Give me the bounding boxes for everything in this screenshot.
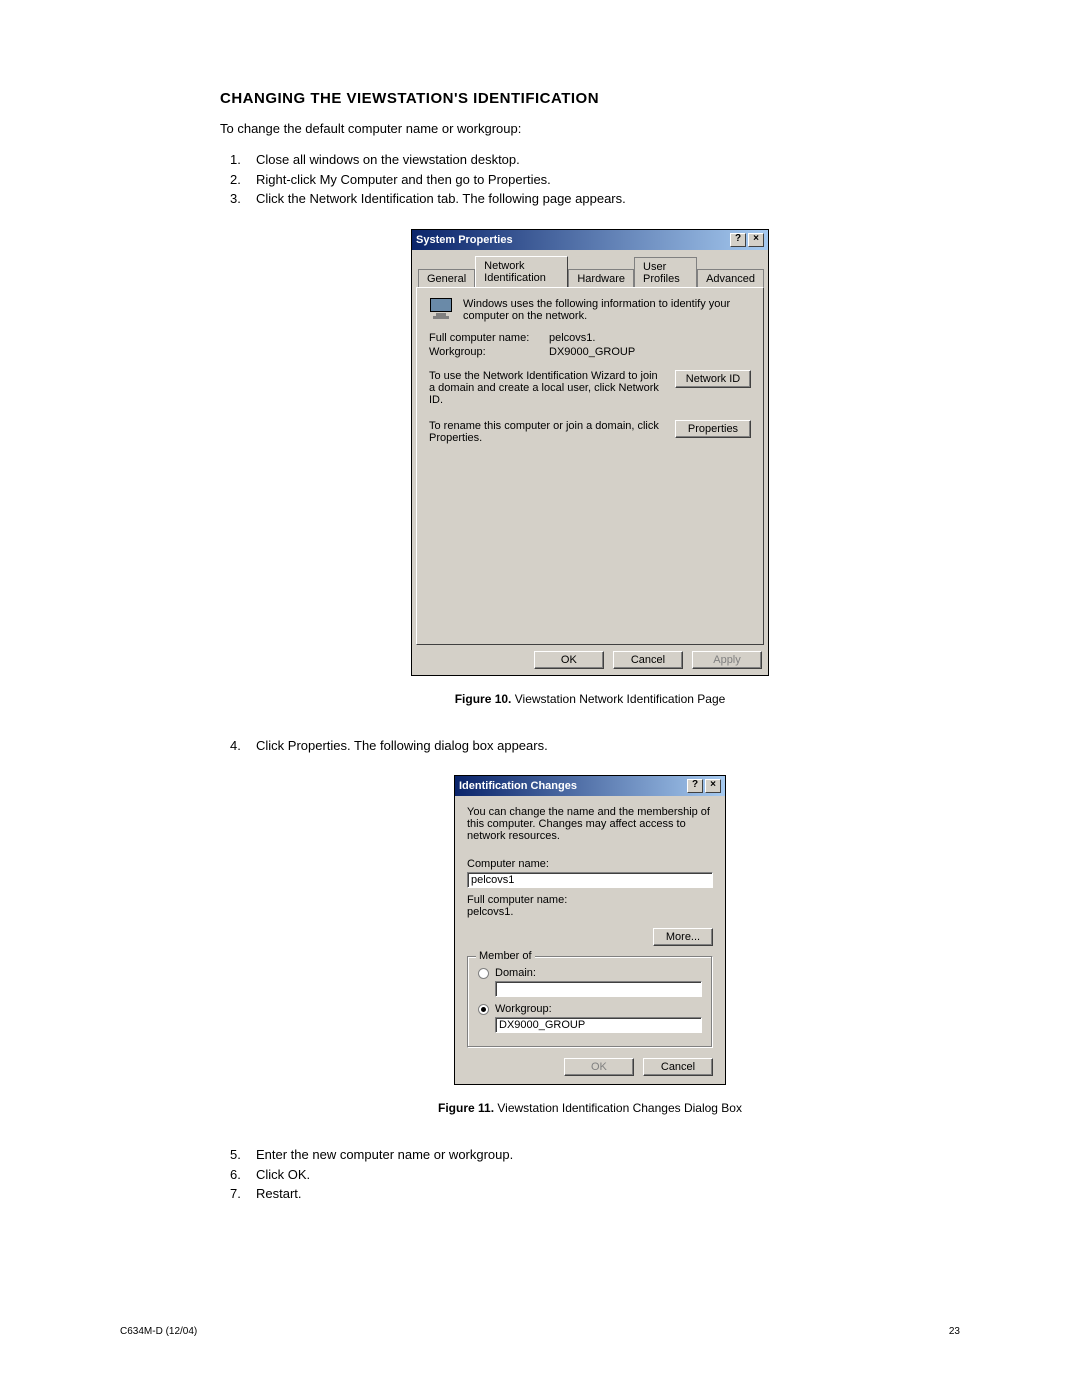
- description-text: You can change the name and the membersh…: [467, 806, 713, 842]
- steps-list-1: 1. Close all windows on the viewstation d…: [230, 150, 960, 209]
- workgroup-label: Workgroup:: [495, 1003, 552, 1015]
- step-num: 5.: [230, 1145, 241, 1165]
- footer-doc-id: C634M-D (12/04): [120, 1326, 197, 1337]
- network-id-button[interactable]: Network ID: [675, 370, 751, 388]
- figure-caption: Viewstation Identification Changes Dialo…: [497, 1101, 742, 1115]
- computer-icon: [429, 298, 455, 320]
- close-icon[interactable]: ×: [748, 233, 764, 247]
- cancel-button[interactable]: Cancel: [613, 651, 683, 669]
- fcn-value: pelcovs1.: [467, 906, 713, 918]
- step-text: Click the Network Identification tab. Th…: [256, 191, 626, 206]
- domain-input[interactable]: [495, 981, 702, 997]
- help-icon[interactable]: ?: [730, 233, 746, 247]
- step-num: 3.: [230, 189, 241, 209]
- tab-user-profiles[interactable]: User Profiles: [634, 257, 697, 288]
- step-num: 1.: [230, 150, 241, 170]
- properties-button[interactable]: Properties: [675, 420, 751, 438]
- step-text: Enter the new computer name or workgroup…: [256, 1147, 513, 1162]
- workgroup-value: DX9000_GROUP: [549, 346, 635, 358]
- help-icon[interactable]: ?: [687, 779, 703, 793]
- tab-row: General Network Identification Hardware …: [412, 250, 768, 287]
- wizard-text: To use the Network Identification Wizard…: [429, 370, 665, 406]
- system-properties-dialog: System Properties ? × General Network Id…: [411, 229, 769, 676]
- intro-text: To change the default computer name or w…: [220, 121, 960, 136]
- workgroup-label: Workgroup:: [429, 346, 549, 358]
- fcn-label: Full computer name:: [467, 894, 713, 906]
- fcn-value: pelcovs1.: [549, 332, 595, 344]
- dialog-title: System Properties: [416, 234, 728, 246]
- member-of-group: Member of Domain: Workgroup: DX9000_GROU…: [467, 956, 713, 1048]
- domain-label: Domain:: [495, 967, 536, 979]
- workgroup-input[interactable]: DX9000_GROUP: [495, 1017, 702, 1033]
- step-num: 4.: [230, 736, 241, 756]
- step-text: Right-click My Computer and then go to P…: [256, 172, 551, 187]
- step-num: 6.: [230, 1165, 241, 1185]
- tab-advanced[interactable]: Advanced: [697, 269, 764, 288]
- close-icon[interactable]: ×: [705, 779, 721, 793]
- dialog-title: Identification Changes: [459, 780, 685, 792]
- workgroup-radio[interactable]: [478, 1004, 489, 1015]
- figure-label: Figure 10.: [455, 692, 512, 706]
- ok-button[interactable]: OK: [564, 1058, 634, 1076]
- tab-hardware[interactable]: Hardware: [568, 269, 634, 288]
- rename-text: To rename this computer or join a domain…: [429, 420, 665, 444]
- info-text: Windows uses the following information t…: [463, 298, 751, 322]
- tab-network-identification[interactable]: Network Identification: [475, 256, 568, 287]
- computer-name-label: Computer name:: [467, 858, 713, 870]
- step-num: 7.: [230, 1184, 241, 1204]
- step-num: 2.: [230, 170, 241, 190]
- footer-page-number: 23: [949, 1326, 960, 1337]
- cancel-button[interactable]: Cancel: [643, 1058, 713, 1076]
- step-text: Close all windows on the viewstation des…: [256, 152, 520, 167]
- step-4: 4. Click Properties. The following dialog…: [230, 736, 960, 756]
- figure-label: Figure 11.: [438, 1101, 494, 1115]
- domain-radio[interactable]: [478, 968, 489, 979]
- computer-name-input[interactable]: pelcovs1: [467, 872, 713, 888]
- ok-button[interactable]: OK: [534, 651, 604, 669]
- fcn-label: Full computer name:: [429, 332, 549, 344]
- group-legend: Member of: [476, 950, 535, 962]
- figure-caption: Viewstation Network Identification Page: [515, 692, 726, 706]
- tab-general[interactable]: General: [418, 269, 475, 288]
- step-text: Click Properties. The following dialog b…: [256, 738, 548, 753]
- identification-changes-dialog: Identification Changes ? × You can chang…: [454, 775, 726, 1085]
- more-button[interactable]: More...: [653, 928, 713, 946]
- section-heading: CHANGING THE VIEWSTATION'S IDENTIFICATIO…: [220, 90, 960, 107]
- step-text: Restart.: [256, 1186, 302, 1201]
- step-text: Click OK.: [256, 1167, 310, 1182]
- steps-list-2: 5. Enter the new computer name or workgro…: [230, 1145, 960, 1204]
- apply-button[interactable]: Apply: [692, 651, 762, 669]
